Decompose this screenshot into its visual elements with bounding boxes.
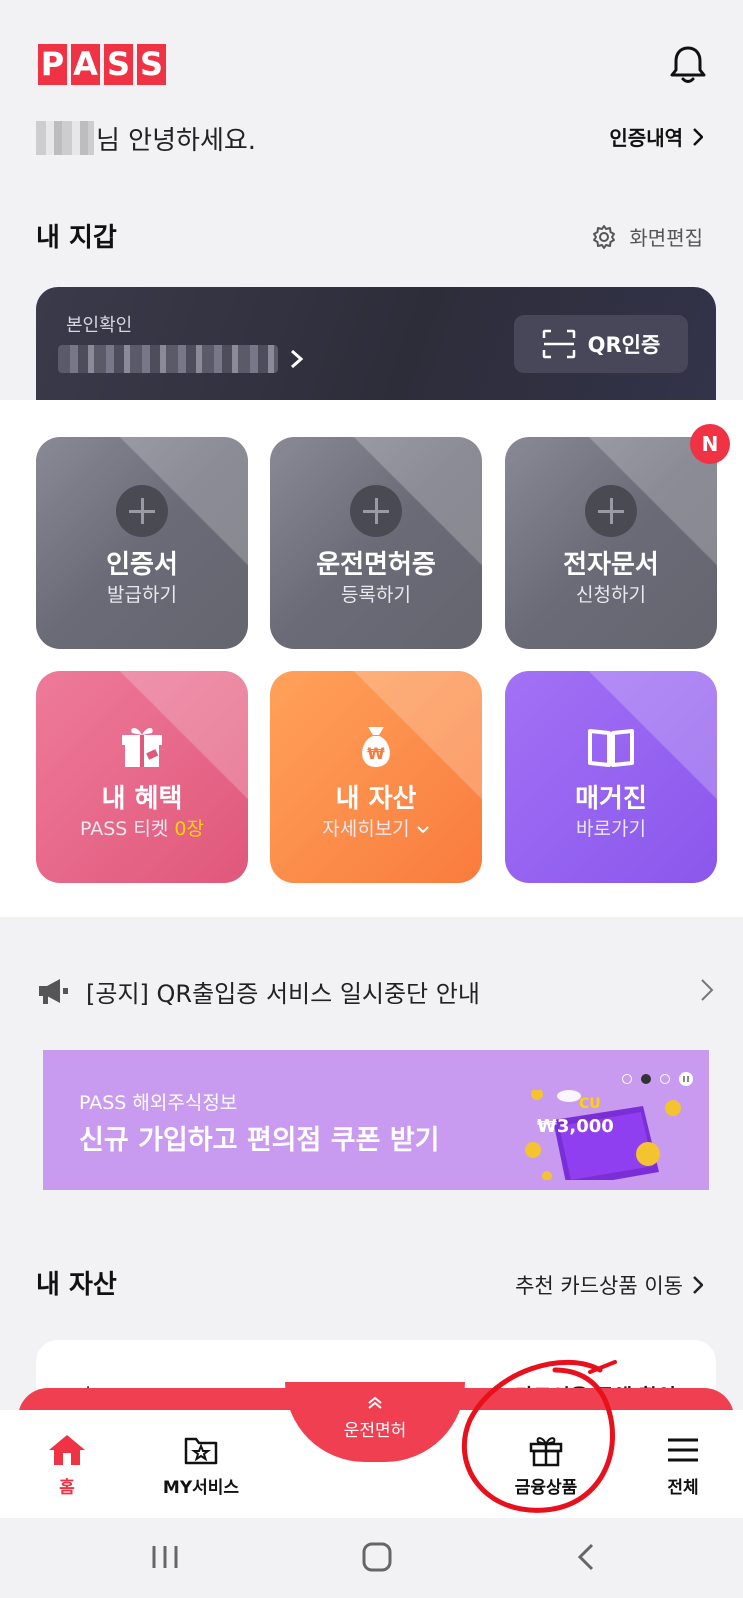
blurred-user-name: [36, 121, 94, 155]
gear-icon: [593, 224, 616, 249]
nav-home[interactable]: 홈: [12, 1433, 122, 1498]
gift-icon: [122, 728, 162, 767]
tile-shine: [505, 671, 717, 883]
carousel-dot-active: [641, 1074, 651, 1084]
notification-bell-icon[interactable]: [668, 44, 708, 86]
nav-home-label: 홈: [59, 1478, 75, 1498]
qr-scan-icon: [542, 329, 575, 359]
assets-title: 내 자산: [36, 1270, 117, 1300]
tile-title: 매거진: [575, 784, 647, 814]
promo-banner[interactable]: PASS 해외주식정보 신규 가입하고 편의점 쿠폰 받기 CU ₩3,000: [43, 1050, 709, 1190]
carousel-indicator[interactable]: [622, 1072, 693, 1086]
home-button-icon[interactable]: [360, 1542, 394, 1572]
ticket-count: 0장: [174, 818, 204, 840]
banner-title: 신규 가입하고 편의점 쿠폰 받기: [79, 1125, 440, 1156]
money-bag-icon: ₩: [362, 727, 390, 767]
new-badge: N: [690, 424, 730, 464]
chevron-right-icon: [291, 349, 304, 369]
plus-icon: [116, 485, 168, 537]
chevron-right-icon: [693, 1276, 703, 1294]
nav-all-label: 전체: [667, 1478, 699, 1498]
wallet-title: 내 지갑: [36, 223, 117, 253]
plus-icon: [350, 485, 402, 537]
tile-title: 내 혜택: [101, 784, 183, 814]
tile-subtitle: PASS 티켓 0장: [36, 814, 248, 841]
tile-drivers-license[interactable]: 운전면허증 등록하기: [270, 437, 482, 649]
nav-center-label: 운전면허: [343, 1421, 407, 1441]
pause-icon[interactable]: [679, 1072, 693, 1086]
double-chevron-up-icon: [368, 1396, 382, 1409]
tile-subtitle: 바로가기: [576, 818, 646, 840]
home-icon: [49, 1435, 85, 1465]
id-verification-card[interactable]: 본인확인 QR인증: [36, 287, 716, 407]
tile-magazine[interactable]: 매거진 바로가기: [505, 671, 717, 883]
auth-history-link[interactable]: 인증내역: [609, 122, 703, 151]
coupon-brand: CU: [579, 1096, 601, 1112]
hamburger-menu-icon: [668, 1438, 698, 1462]
system-navigation-bar: [0, 1518, 743, 1598]
notice-bar[interactable]: [공지] QR출입증 서비스 일시중단 안내: [36, 966, 716, 1016]
notice-text: [공지] QR출입증 서비스 일시중단 안내: [86, 979, 480, 1008]
qr-auth-label: QR인증: [587, 333, 661, 357]
megaphone-icon: [39, 979, 68, 1004]
tile-e-document[interactable]: 전자문서 신청하기: [505, 437, 717, 649]
edit-screen-label: 화면편집: [629, 226, 703, 250]
tile-subtitle: 자세히보기: [270, 814, 482, 841]
back-icon[interactable]: [574, 1542, 598, 1572]
tile-certificate[interactable]: 인증서 발급하기: [36, 437, 248, 649]
bottom-navigation: 운전면허 홈 MY서비스 금융상품 전체: [0, 1382, 743, 1518]
tile-title: 내 자산: [335, 784, 417, 814]
plus-icon: [585, 485, 637, 537]
edit-screen-button[interactable]: 화면편집: [591, 222, 703, 251]
nav-my-service-label: MY서비스: [162, 1478, 240, 1498]
tile-subtitle: 신청하기: [576, 584, 646, 606]
chevron-right-icon: [693, 127, 703, 146]
tile-subtitle: 등록하기: [341, 584, 411, 606]
qr-auth-button[interactable]: QR인증: [514, 315, 688, 373]
details-label: 자세히보기: [322, 818, 410, 840]
logo-letter: S: [104, 44, 133, 85]
recommended-card-label: 추천 카드상품 이동: [515, 1274, 683, 1298]
coupon-value: ₩3,000: [537, 1116, 614, 1137]
tile-shine: [36, 671, 248, 883]
ticket-label: PASS 티켓: [80, 818, 175, 840]
logo-letter: S: [137, 44, 166, 85]
tile-shine: [36, 437, 248, 649]
recent-apps-icon[interactable]: [148, 1542, 182, 1572]
header: P A S S 님 안녕하세요. 인증내역 내 지갑 화면편집 본인확인 QR인…: [0, 0, 743, 407]
nav-my-service[interactable]: MY서비스: [146, 1433, 256, 1498]
nav-all-menu[interactable]: 전체: [628, 1433, 738, 1498]
carousel-dot: [660, 1074, 670, 1084]
tile-my-benefits[interactable]: 내 혜택 PASS 티켓 0장: [36, 671, 248, 883]
tile-shine: [270, 437, 482, 649]
svg-text:₩: ₩: [367, 744, 385, 763]
logo-letter: A: [71, 44, 100, 85]
auth-history-label: 인증내역: [609, 126, 683, 150]
tile-subtitle: 발급하기: [107, 584, 177, 606]
chevron-right-icon: [701, 979, 714, 1001]
greeting: 님 안녕하세요.: [36, 118, 256, 158]
tile-my-assets[interactable]: ₩ 내 자산 자세히보기: [270, 671, 482, 883]
tile-title: 전자문서: [563, 550, 659, 580]
greeting-text: 님 안녕하세요.: [96, 125, 257, 156]
pass-logo: P A S S: [38, 44, 166, 85]
red-annotation-circle: [461, 1359, 617, 1513]
book-icon: [588, 729, 634, 767]
tile-title: 운전면허증: [316, 550, 436, 580]
tile-title: 인증서: [106, 550, 178, 580]
recommended-card-link[interactable]: 추천 카드상품 이동: [515, 1270, 703, 1300]
folder-star-icon: [184, 1437, 218, 1465]
tile-shine: [505, 437, 717, 649]
logo-letter: P: [38, 44, 67, 85]
tile-shine: [270, 671, 482, 883]
id-card-label: 본인확인: [66, 315, 133, 336]
chevron-down-icon: [417, 826, 429, 834]
blurred-id-info: [58, 345, 278, 373]
banner-subtitle: PASS 해외주식정보: [79, 1092, 238, 1114]
carousel-dot: [622, 1074, 632, 1084]
